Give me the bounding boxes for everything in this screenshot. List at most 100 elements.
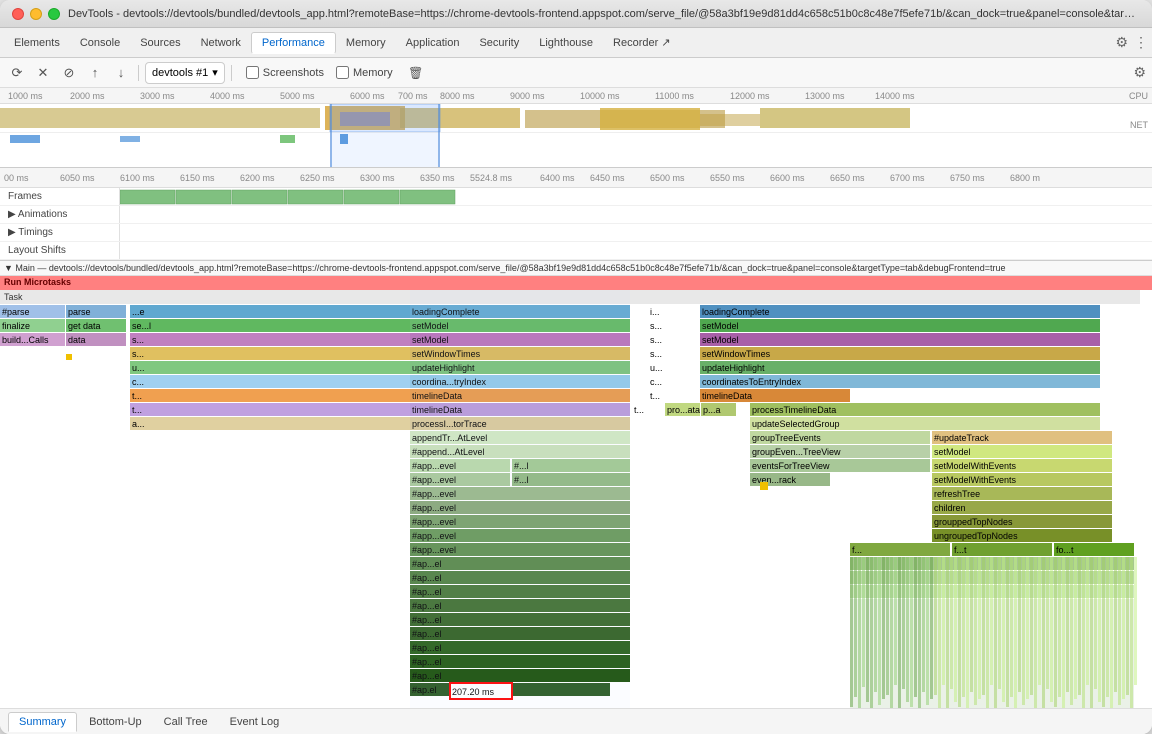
svg-text:build...Calls: build...Calls: [2, 335, 49, 345]
memory-checkbox-label[interactable]: Memory: [336, 66, 393, 79]
tab-elements[interactable]: Elements: [4, 33, 70, 53]
screenshots-checkbox-label[interactable]: Screenshots: [246, 66, 324, 79]
ruler-tick-7000: 700 ms: [398, 91, 428, 101]
detail-tick-6050: 6050 ms: [60, 173, 95, 183]
download-button[interactable]: ↓: [110, 62, 132, 84]
timings-track: ▶ Timings: [0, 224, 1152, 242]
detail-tick-6600: 6600 ms: [770, 173, 805, 183]
bottom-tab-bar: Summary Bottom-Up Call Tree Event Log: [0, 708, 1152, 734]
settings-icon[interactable]: ⚙: [1115, 34, 1128, 51]
detail-tick-6100: 6100 ms: [120, 173, 155, 183]
svg-text:grouppedTopNodes: grouppedTopNodes: [934, 517, 1013, 527]
trash-button[interactable]: 🗑: [405, 62, 427, 84]
ruler-tick-9000: 9000 ms: [510, 91, 545, 101]
target-selector[interactable]: devtools #1 ▾: [145, 62, 225, 84]
toolbar-divider-2: [231, 65, 232, 81]
tab-application[interactable]: Application: [396, 33, 470, 53]
animations-content: [120, 206, 1152, 223]
memory-checkbox[interactable]: [336, 66, 349, 79]
svg-text:se...l: se...l: [132, 321, 151, 331]
svg-text:c...: c...: [650, 377, 662, 387]
tab-bottom-up[interactable]: Bottom-Up: [79, 713, 152, 731]
detail-tick-6150: 6150 ms: [180, 173, 215, 183]
target-label: devtools #1: [152, 67, 208, 79]
svg-text:setModel: setModel: [934, 447, 971, 457]
main-url-bar: ▼ Main — devtools://devtools/bundled/dev…: [0, 261, 1152, 276]
toolbar-checkboxes: Screenshots Memory 🗑: [246, 62, 427, 84]
ruler-tick-14000: 14000 ms: [875, 91, 915, 101]
minimize-button[interactable]: [30, 8, 42, 20]
reload-record-button[interactable]: ⟳: [6, 62, 28, 84]
tab-lighthouse[interactable]: Lighthouse: [529, 33, 603, 53]
ruler-tick-3000: 3000 ms: [140, 91, 175, 101]
svg-text:setModel: setModel: [702, 321, 739, 331]
settings-gear-icon[interactable]: ⚙: [1133, 64, 1146, 81]
svg-text:refreshTree: refreshTree: [934, 489, 980, 499]
svg-text:t...: t...: [132, 391, 142, 401]
svg-text:a...: a...: [132, 419, 145, 429]
ruler-tick-8000: 8000 ms: [440, 91, 475, 101]
svg-text:c...: c...: [132, 377, 144, 387]
clear-button[interactable]: ⊘: [58, 62, 80, 84]
ruler-tick-1000: 1000 ms: [8, 91, 43, 101]
svg-text:f...: f...: [852, 545, 862, 555]
ruler-tick-13000: 13000 ms: [805, 91, 845, 101]
tab-recorder[interactable]: Recorder ↗: [603, 32, 681, 53]
tab-performance[interactable]: Performance: [251, 32, 336, 54]
tab-network[interactable]: Network: [191, 33, 251, 53]
tab-summary[interactable]: Summary: [8, 712, 77, 732]
upload-button[interactable]: ↑: [84, 62, 106, 84]
ruler-cpu-label: CPU: [1129, 91, 1148, 101]
svg-text:ungroupedTopNodes: ungroupedTopNodes: [934, 531, 1018, 541]
window-title: DevTools - devtools://devtools/bundled/d…: [68, 8, 1140, 20]
close-button[interactable]: [12, 8, 24, 20]
net-label: NET: [1130, 120, 1148, 130]
flamechart-svg: Task #parse parse ...e loadingComplete i…: [0, 290, 1140, 708]
svg-text:t...: t...: [650, 391, 660, 401]
tab-event-log[interactable]: Event Log: [220, 713, 290, 731]
tab-call-tree[interactable]: Call Tree: [154, 713, 218, 731]
run-microtasks-bar: Run Microtasks: [0, 276, 1152, 290]
toolbar-right: ⚙: [1133, 64, 1146, 81]
detail-tick-6550: 6550 ms: [710, 173, 745, 183]
detail-tick-6800: 6800 m: [1010, 173, 1040, 183]
svg-text:u...: u...: [650, 363, 663, 373]
ruler-tick-11000: 11000 ms: [655, 91, 694, 101]
layout-shifts-track: Layout Shifts: [0, 242, 1152, 260]
svg-text:#updateTrack: #updateTrack: [934, 433, 989, 443]
ruler-tick-6000: 6000 ms: [350, 91, 385, 101]
maximize-button[interactable]: [48, 8, 60, 20]
flamechart-scroll[interactable]: Task #parse parse ...e loadingComplete i…: [0, 290, 1152, 708]
tab-memory[interactable]: Memory: [336, 33, 396, 53]
detail-tick-0: 00 ms: [4, 173, 29, 183]
ruler-tick-12000: 12000 ms: [730, 91, 770, 101]
cpu-overview: NET: [0, 104, 1152, 132]
tab-security[interactable]: Security: [469, 33, 529, 53]
svg-text:fo...t: fo...t: [1056, 545, 1074, 555]
flamechart-inner[interactable]: Task #parse parse ...e loadingComplete i…: [0, 290, 1152, 708]
main-timeline-container[interactable]: Task #parse parse ...e loadingComplete i…: [0, 290, 1152, 708]
more-options-icon[interactable]: ⋮: [1134, 34, 1148, 51]
layout-shifts-label: Layout Shifts: [0, 242, 120, 259]
cpu-chart: [0, 104, 1152, 132]
svg-text:f...t: f...t: [954, 545, 967, 555]
svg-text:updateHighlight: updateHighlight: [702, 363, 765, 373]
detail-tick-6350: 6350 ms: [420, 173, 455, 183]
svg-text:s...: s...: [132, 335, 144, 345]
frames-track: Frames: [0, 188, 1152, 206]
ruler-tick-2000: 2000 ms: [70, 91, 105, 101]
overview-area[interactable]: 1000 ms 2000 ms 3000 ms 4000 ms 5000 ms …: [0, 88, 1152, 168]
tab-sources[interactable]: Sources: [130, 33, 190, 53]
toolbar-divider-1: [138, 65, 139, 81]
frames-bars: [120, 188, 1152, 205]
traffic-lights: [12, 8, 60, 20]
stop-button[interactable]: ✕: [32, 62, 54, 84]
detail-tick-6250: 6250 ms: [300, 173, 335, 183]
performance-toolbar: ⟳ ✕ ⊘ ↑ ↓ devtools #1 ▾ Screenshots Memo…: [0, 58, 1152, 88]
svg-text:p...a: p...a: [703, 405, 721, 415]
tab-console[interactable]: Console: [70, 33, 130, 53]
screenshots-checkbox[interactable]: [246, 66, 259, 79]
titlebar: DevTools - devtools://devtools/bundled/d…: [0, 0, 1152, 28]
svg-text:Task: Task: [4, 292, 23, 302]
run-microtasks-label: Run Microtasks: [0, 276, 75, 288]
